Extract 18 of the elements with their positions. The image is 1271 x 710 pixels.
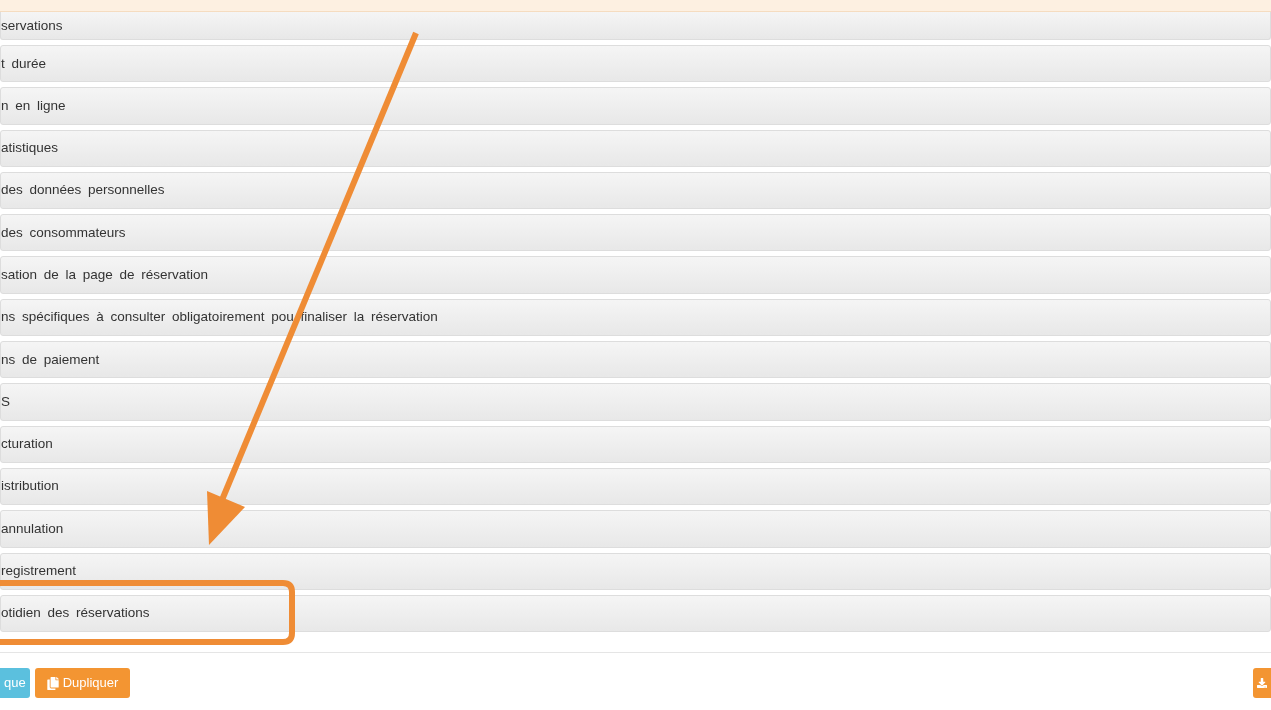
download-icon [1257, 678, 1267, 689]
accordion-header[interactable]: registrement [0, 552, 1271, 590]
accordion-header[interactable]: cturation [0, 425, 1271, 463]
accordion-header[interactable]: ns spécifiques à consulter obligatoirement pou finaliser la réservation [0, 298, 1271, 337]
accordion-header[interactable]: sation de la page de réservation [0, 256, 1271, 294]
accordion-header[interactable]: servations [0, 12, 1271, 40]
accordion-header[interactable]: n en ligne [0, 87, 1271, 125]
accordion-header[interactable]: des consommateurs [0, 214, 1271, 252]
accordion-header[interactable]: t durée [0, 45, 1271, 83]
accordion-header[interactable]: atistiques [0, 129, 1271, 167]
accordion-header[interactable]: S [0, 383, 1271, 421]
download-button[interactable] [1253, 668, 1271, 699]
accordion-header[interactable]: des données personnelles [0, 171, 1271, 210]
accordion-header[interactable]: annulation [0, 510, 1271, 548]
accordion-header[interactable]: istribution [0, 467, 1271, 506]
accordion-header[interactable]: ns de paiement [0, 341, 1271, 379]
accordion-header[interactable]: otidien des réservations [0, 594, 1271, 633]
copy-icon [46, 676, 59, 690]
